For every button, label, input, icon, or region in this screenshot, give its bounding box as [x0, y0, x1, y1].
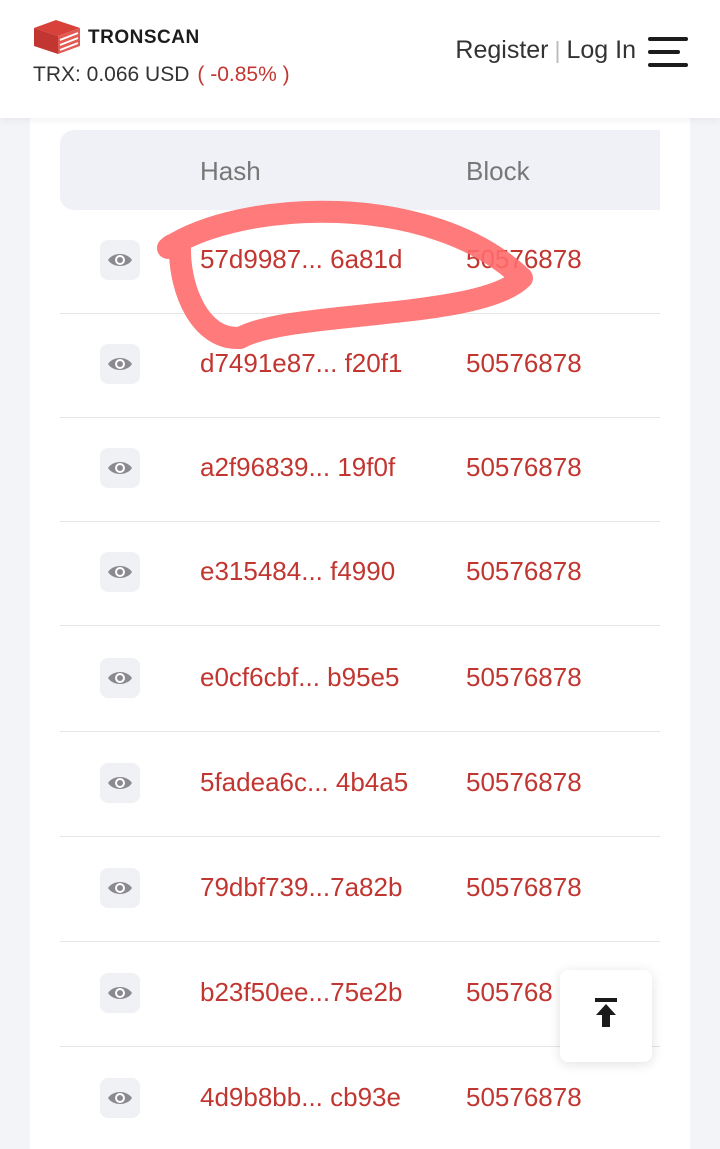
table-row: 79dbf739...7a82b 50576878 [60, 838, 660, 942]
eye-icon[interactable] [100, 448, 140, 488]
block-number-link[interactable]: 50576878 [466, 556, 582, 587]
transaction-hash-link[interactable]: 4d9b8bb... cb93e [200, 1082, 401, 1113]
transaction-hash-link[interactable]: b23f50ee...75e2b [200, 977, 402, 1008]
brand-name: TRONSCAN [88, 27, 200, 48]
table-row: e315484... f4990 50576878 [60, 522, 660, 626]
eye-icon[interactable] [100, 868, 140, 908]
block-number-link[interactable]: 50576878 [466, 348, 582, 379]
page: TRONSCAN TRX: 0.066 USD ( -0.85% ) Regist… [0, 0, 720, 1149]
column-header-hash: Hash [200, 156, 261, 186]
eye-icon[interactable] [100, 763, 140, 803]
trx-price-change: ( -0.85% ) [197, 63, 290, 86]
eye-icon[interactable] [100, 658, 140, 698]
block-number-link[interactable]: 50576878 [466, 872, 582, 903]
trx-price: TRX: 0.066 USD ( -0.85% ) [33, 63, 290, 87]
block-number-link[interactable]: 505768 [466, 977, 553, 1008]
arrow-up-to-line-icon [595, 998, 617, 1027]
back-to-top-button[interactable] [560, 970, 652, 1062]
auth-links: Register | Log In [455, 36, 636, 65]
transaction-hash-link[interactable]: d7491e87... f20f1 [200, 348, 402, 379]
table-row: a2f96839... 19f0f 50576878 [60, 418, 660, 522]
transaction-hash-link[interactable]: 57d9987... 6a81d [200, 244, 402, 275]
block-number-link[interactable]: 50576878 [466, 244, 582, 275]
column-header-block: Block [466, 156, 530, 186]
transaction-hash-link[interactable]: e315484... f4990 [200, 556, 395, 587]
transaction-hash-link[interactable]: e0cf6cbf... b95e5 [200, 662, 399, 693]
table-row: 5fadea6c... 4b4a5 50576878 [60, 733, 660, 837]
tronscan-logo[interactable] [32, 16, 82, 56]
block-number-link[interactable]: 50576878 [466, 452, 582, 483]
block-number-link[interactable]: 50576878 [466, 767, 582, 798]
transaction-hash-link[interactable]: 5fadea6c... 4b4a5 [200, 767, 408, 798]
table-row: 4d9b8bb... cb93e 50576878 [60, 1048, 660, 1149]
top-header: TRONSCAN TRX: 0.066 USD ( -0.85% ) Regist… [0, 0, 720, 118]
register-link[interactable]: Register [455, 36, 548, 64]
table-row: e0cf6cbf... b95e5 50576878 [60, 628, 660, 732]
auth-separator: | [554, 37, 561, 63]
transaction-hash-link[interactable]: 79dbf739...7a82b [200, 872, 402, 903]
eye-icon[interactable] [100, 344, 140, 384]
table-row: 57d9987... 6a81d 50576878 [60, 210, 660, 314]
eye-icon[interactable] [100, 973, 140, 1013]
eye-icon[interactable] [100, 240, 140, 280]
trx-price-label: TRX: 0.066 USD [33, 63, 190, 86]
table-header: Hash Block [60, 130, 660, 210]
eye-icon[interactable] [100, 1078, 140, 1118]
block-number-link[interactable]: 50576878 [466, 662, 582, 693]
eye-icon[interactable] [100, 552, 140, 592]
table-row: d7491e87... f20f1 50576878 [60, 314, 660, 418]
login-link[interactable]: Log In [566, 36, 636, 64]
hamburger-menu-icon[interactable] [648, 37, 688, 67]
block-number-link[interactable]: 50576878 [466, 1082, 582, 1113]
transaction-hash-link[interactable]: a2f96839... 19f0f [200, 452, 395, 483]
